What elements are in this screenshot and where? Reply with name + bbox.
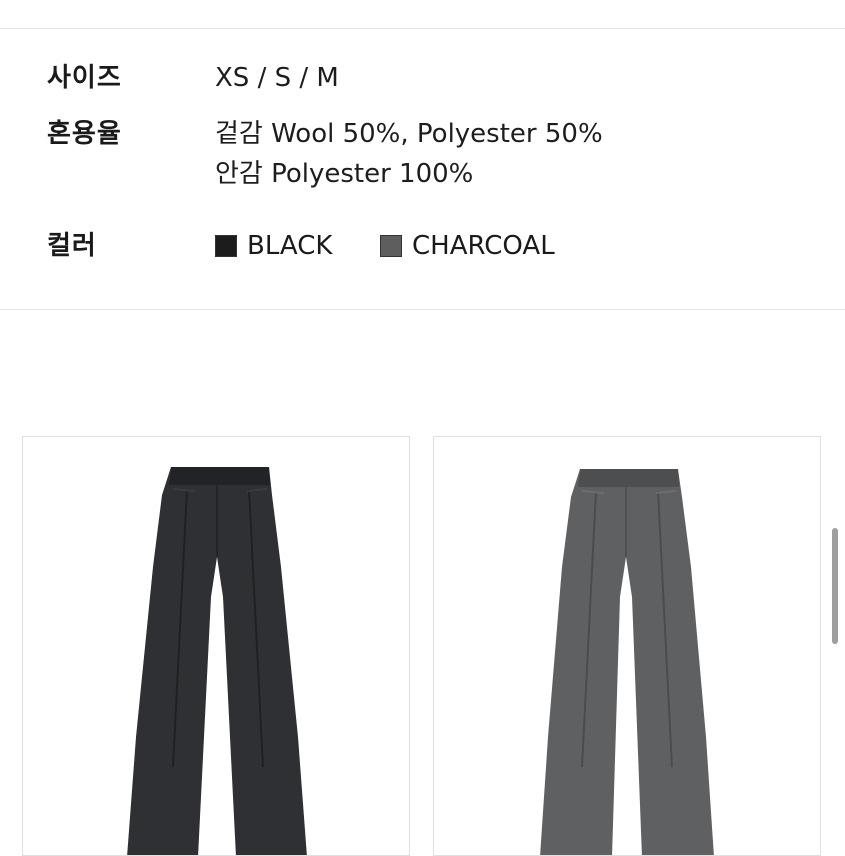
color-name-charcoal: CHARCOAL <box>412 231 555 261</box>
top-divider <box>0 28 845 29</box>
black-trousers-image <box>127 467 307 855</box>
color-option-black[interactable]: BLACK <box>215 226 332 266</box>
size-label: 사이즈 <box>47 63 122 93</box>
charcoal-trousers-image <box>540 469 714 855</box>
scrollbar-thumb[interactable] <box>832 528 838 644</box>
material-lining: 안감 Polyester 100% <box>215 159 474 189</box>
color-swatch-charcoal <box>380 235 402 257</box>
product-card-black[interactable] <box>22 436 410 856</box>
color-swatch-black <box>215 235 237 257</box>
product-card-charcoal[interactable] <box>433 436 821 856</box>
color-option-charcoal[interactable]: CHARCOAL <box>380 226 555 266</box>
material-label: 혼용율 <box>47 119 122 149</box>
color-label: 컬러 <box>47 231 97 261</box>
material-outer: 겉감 Wool 50%, Polyester 50% <box>215 119 603 149</box>
bottom-divider <box>0 309 845 310</box>
size-value: XS / S / M <box>215 63 339 93</box>
color-name-black: BLACK <box>247 231 333 261</box>
material-value: 겉감 Wool 50%, Polyester 50% 안감 Polyester … <box>215 114 603 194</box>
